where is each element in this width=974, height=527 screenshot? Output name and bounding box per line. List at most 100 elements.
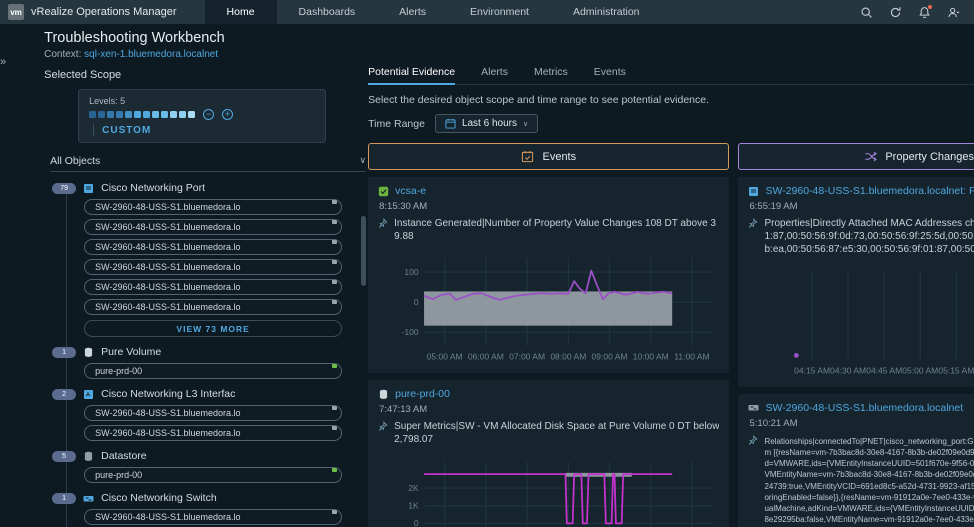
custom-scope-link[interactable]: CUSTOM	[102, 125, 151, 136]
object-filter-dropdown[interactable]: All Objects ∨	[50, 155, 367, 172]
object-pill-label: SW-2960-48-USS-S1.bluemedora.lo	[95, 428, 241, 438]
object-pill-list: pure-prd-00	[84, 467, 368, 483]
events-column-title: Events	[542, 150, 577, 163]
pin-icon	[748, 434, 759, 448]
object-pill-list: pure-prd-00	[84, 363, 368, 379]
svg-text:04:30 AM: 04:30 AM	[831, 365, 867, 375]
increase-levels-icon[interactable]: +	[222, 109, 234, 120]
search-icon[interactable]	[860, 6, 873, 19]
tab-potential-evidence[interactable]: Potential Evidence	[368, 66, 456, 85]
object-type-row-cisco-networking-port[interactable]: 79 Cisco Networking Port	[52, 182, 368, 194]
evidence-detail-text: Relationships|connectedTo|PNET|cisco_net…	[764, 436, 974, 527]
object-pill-label: SW-2960-48-USS-S1.bluemedora.lo	[95, 262, 241, 272]
page-title: Troubleshooting Workbench	[44, 30, 225, 46]
object-pill[interactable]: SW-2960-48-USS-S1.bluemedora.lo	[84, 219, 343, 235]
object-pill-label: pure-prd-00	[95, 366, 143, 376]
evidence-chart: 05:00 AM06:00 AM07:00 AM08:00 AM09:00 AM…	[378, 455, 719, 527]
svg-text:04:45 AM: 04:45 AM	[867, 365, 903, 375]
calendar-icon	[445, 118, 456, 129]
status-dot-gray	[332, 300, 338, 304]
object-tree: 79 Cisco Networking Port SW-2960-48-USS-S1…	[44, 182, 368, 527]
nav-item-home[interactable]: Home	[204, 0, 277, 24]
evidence-timestamp: 8:15:30 AM	[379, 201, 428, 212]
object-pill-label: SW-2960-48-USS-S1.bluemedora.lo	[95, 202, 241, 212]
evidence-chart: 04:15 AM 04:30 AM 04:45 AM 05:00 AM 05:15 AM…	[748, 265, 974, 379]
evidence-description: Select the desired object scope and time…	[368, 94, 710, 106]
sidebar-scrollbar[interactable]	[361, 216, 367, 286]
object-pill-label: SW-2960-48-USS-S1.bluemedora.lo	[95, 302, 241, 312]
object-pill[interactable]: SW-2960-48-USS-S1.bluemedora.lo	[84, 199, 343, 215]
context-row: Context: sql-xen-1.bluemedora.localnet	[44, 49, 974, 60]
context-label: Context:	[44, 49, 82, 60]
object-pill[interactable]: SW-2960-48-USS-S1.bluemedora.lo	[84, 405, 343, 421]
object-type-row-pure-volume[interactable]: 1 Pure Volume	[52, 346, 368, 358]
view-more-button[interactable]: VIEW 73 MORE	[84, 320, 343, 337]
evidence-columns: Events vcsa-e 8:15:30 AM Instance Generate…	[368, 143, 974, 527]
object-pill[interactable]: SW-2960-48-USS-S1.bluemedora.lo	[84, 279, 343, 295]
evidence-object-link[interactable]: SW-2960-48-USS-S1.bluemedora.localnet	[765, 402, 974, 414]
evidence-object-link[interactable]: SW-2960-48-USS-S1.bluemedora.localnet: P…	[765, 185, 974, 197]
refresh-icon[interactable]	[889, 6, 902, 19]
status-dot-green	[332, 364, 338, 368]
nav-item-administration[interactable]: Administration	[551, 0, 662, 24]
scope-level-dot	[116, 111, 124, 118]
notifications-icon[interactable]	[918, 4, 932, 19]
object-type-row-cisco-networking-switch[interactable]: 1 Cisco Networking Switch	[52, 492, 368, 504]
evidence-object-link[interactable]: pure-prd-00	[395, 388, 719, 400]
tab-metrics[interactable]: Metrics	[534, 66, 568, 85]
evidence-tabs: Potential Evidence Alerts Metrics Events	[368, 66, 974, 85]
scope-level-dot	[125, 111, 133, 118]
evidence-card-header: SW-2960-48-USS-S1.bluemedora.localnet	[748, 402, 974, 414]
object-type-row-datastore[interactable]: 5 Datastore	[52, 450, 368, 462]
cisco-networking-switch-icon	[83, 493, 94, 504]
switch-gray-icon	[748, 402, 759, 413]
evidence-chart: 05:00 AM06:00 AM07:00 AM08:00 AM09:00 AM…	[378, 251, 719, 365]
evidence-metric-row: Properties|Directly Attached MAC Address…	[748, 217, 974, 257]
object-count-badge: 2	[52, 388, 77, 400]
object-pill[interactable]: pure-prd-00	[84, 363, 343, 379]
object-pill[interactable]: pure-prd-00	[84, 467, 343, 483]
object-pill[interactable]: SW-2960-48-USS-S1.bluemedora.lo	[84, 259, 343, 275]
scope-level-dots: − +	[89, 109, 317, 120]
evidence-timestamp: 6:55:19 AM	[749, 201, 798, 212]
tab-events[interactable]: Events	[594, 66, 626, 85]
svg-text:0: 0	[414, 297, 419, 307]
pin-icon	[378, 218, 388, 231]
status-dot-gray	[332, 260, 338, 264]
svg-text:11:00 AM: 11:00 AM	[674, 352, 709, 362]
object-pill[interactable]: SW-2960-48-USS-S1.bluemedora.lo	[84, 299, 343, 315]
object-pill[interactable]: SW-2960-48-USS-S1.bluemedora.lo	[84, 425, 343, 441]
nav-item-dashboards[interactable]: Dashboards	[277, 0, 378, 24]
context-object-link[interactable]: sql-xen-1.bluemedora.localnet	[84, 49, 218, 60]
scope-level-dot	[188, 111, 196, 118]
cisco-networking-port-icon	[83, 183, 94, 194]
scope-level-dot	[152, 111, 160, 118]
svg-text:1K: 1K	[408, 500, 419, 510]
object-type-label: Pure Volume	[101, 346, 162, 358]
calendar-check-icon	[522, 151, 534, 163]
scope-level-dot	[143, 111, 151, 118]
vm-green-icon	[378, 186, 389, 197]
status-dot-gray	[332, 200, 338, 204]
object-count-badge: 79	[52, 182, 77, 194]
evidence-card-header: vcsa-e	[378, 185, 719, 197]
nav-item-alerts[interactable]: Alerts	[377, 0, 448, 24]
object-pill-label: pure-prd-00	[95, 470, 143, 480]
user-icon[interactable]	[947, 6, 960, 19]
metric-chart: 05:00 AM06:00 AM07:00 AM08:00 AM09:00 AM…	[408, 461, 713, 527]
evidence-object-link[interactable]: vcsa-e	[395, 185, 719, 197]
object-pill[interactable]: SW-2960-48-USS-S1.bluemedora.lo	[84, 509, 343, 525]
object-pill-label: SW-2960-48-USS-S1.bluemedora.lo	[95, 282, 241, 292]
tab-alerts[interactable]: Alerts	[481, 66, 508, 85]
pin-icon	[748, 218, 759, 231]
top-nav: vm vRealize Operations Manager Home Dashb…	[0, 0, 974, 24]
object-count-badge: 5	[52, 450, 77, 462]
metric-chart: 05:00 AM06:00 AM07:00 AM08:00 AM09:00 AM…	[402, 258, 713, 362]
object-type-label: Cisco Networking Switch	[101, 492, 217, 504]
object-type-row-cisco-networking-l3-interfac[interactable]: 2 Cisco Networking L3 Interfac	[52, 388, 368, 400]
nav-item-environment[interactable]: Environment	[448, 0, 551, 24]
scope-level-dot	[170, 111, 178, 118]
object-pill[interactable]: SW-2960-48-USS-S1.bluemedora.lo	[84, 239, 343, 255]
time-range-button[interactable]: Last 6 hours ∨	[434, 114, 539, 133]
decrease-levels-icon[interactable]: −	[203, 109, 215, 120]
